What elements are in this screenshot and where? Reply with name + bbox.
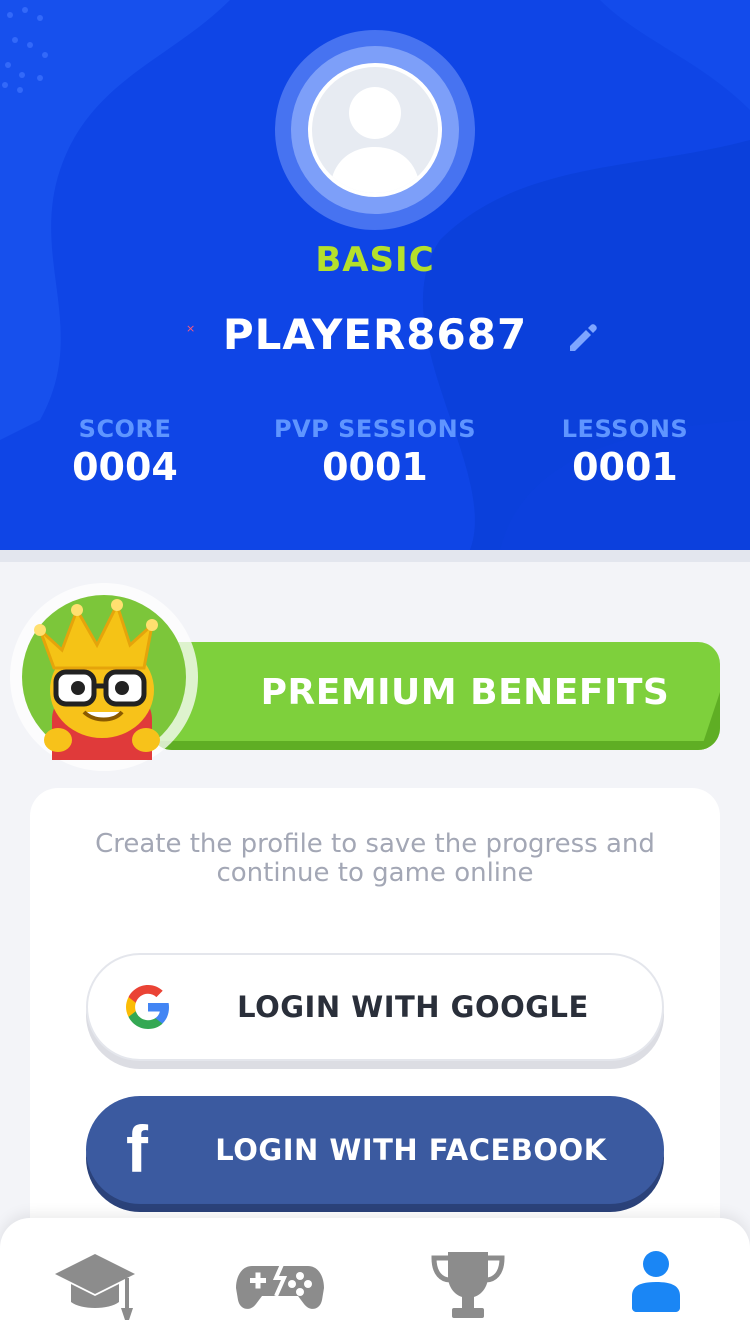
premium-benefits-button[interactable]: PREMIUM BENEFITS: [150, 642, 720, 750]
nav-item-leaderboard[interactable]: [418, 1238, 518, 1328]
nav-item-lessons[interactable]: [45, 1238, 145, 1328]
facebook-icon: f: [126, 1112, 148, 1186]
avatar-placeholder: [312, 67, 438, 193]
mascot-king-icon: [34, 599, 160, 760]
gamepad-icon: [236, 1259, 324, 1309]
premium-benefits-label: PREMIUM BENEFITS: [260, 672, 670, 713]
edit-pencil-icon[interactable]: [564, 318, 602, 356]
user-icon: [632, 1251, 680, 1312]
stat-value: 0001: [572, 445, 678, 489]
stat-value: 0001: [322, 445, 428, 489]
stat-score: SCORE 0004: [0, 415, 250, 489]
user-silhouette-icon: [330, 87, 420, 193]
avatar[interactable]: [308, 63, 442, 197]
login-with-google-button[interactable]: LOGIN WITH GOOGLE: [86, 953, 664, 1061]
trophy-icon: [431, 1252, 505, 1318]
nav-item-profile[interactable]: [606, 1238, 706, 1328]
header-divider: [0, 550, 750, 562]
stat-label: SCORE: [78, 415, 172, 443]
decorative-sparkle-icon: ×: [186, 322, 196, 335]
google-icon: [126, 985, 169, 1029]
google-button-label: LOGIN WITH GOOGLE: [237, 990, 589, 1024]
stat-lessons: LESSONS 0001: [500, 415, 750, 489]
bottom-nav: [0, 1218, 750, 1334]
profile-header: BASIC × PLAYER8687 SCORE 0004 PVP SESSIO…: [0, 0, 750, 550]
stat-pvp-sessions: PVP SESSIONS 0001: [250, 415, 500, 489]
graduation-cap-icon: [55, 1254, 135, 1320]
membership-tier: BASIC: [315, 240, 435, 280]
premium-bar-shadow: [150, 741, 720, 750]
player-name: PLAYER8687: [222, 310, 528, 359]
stat-label: PVP SESSIONS: [274, 415, 476, 443]
nav-item-games[interactable]: [230, 1238, 330, 1328]
stat-label: LESSONS: [561, 415, 689, 443]
login-message: Create the profile to save the progress …: [95, 829, 655, 888]
stat-value: 0004: [72, 445, 178, 489]
login-with-facebook-button[interactable]: f LOGIN WITH FACEBOOK: [86, 1096, 664, 1204]
facebook-button-label: LOGIN WITH FACEBOOK: [215, 1133, 607, 1167]
